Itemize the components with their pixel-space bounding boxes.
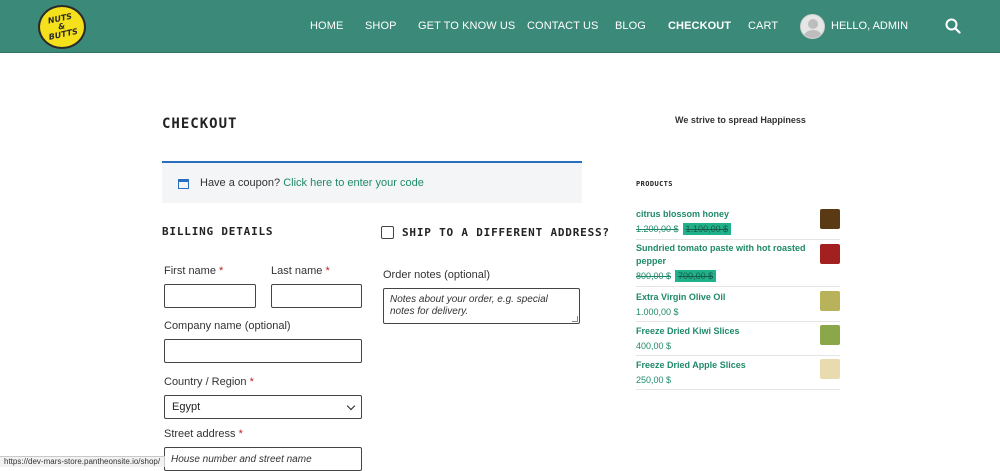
product-name[interactable]: Extra Virgin Olive Oil bbox=[636, 291, 811, 304]
price-old: 800,00 $ bbox=[636, 271, 672, 281]
product-item[interactable]: Extra Virgin Olive Oil 1.000,00 $ bbox=[636, 291, 840, 322]
logo-text: NUTS & BUTTS bbox=[47, 11, 79, 42]
product-thumbnail[interactable] bbox=[820, 209, 840, 229]
page-title: CHECKOUT bbox=[162, 116, 238, 132]
order-notes-field[interactable]: Notes about your order, e.g. special not… bbox=[383, 288, 580, 324]
search-icon[interactable] bbox=[945, 18, 961, 34]
price-new: 700,00 $ bbox=[675, 270, 717, 282]
browser-status-url: https://dev-mars-store.pantheonsite.io/s… bbox=[0, 456, 166, 467]
user-avatar[interactable] bbox=[800, 14, 825, 39]
price-new: 1.100,00 $ bbox=[682, 223, 732, 235]
product-name[interactable]: Sundried tomato paste with hot roasted p… bbox=[636, 242, 811, 268]
product-thumbnail[interactable] bbox=[820, 325, 840, 345]
coupon-text: Have a coupon? bbox=[200, 177, 281, 189]
products-heading: PRODUCTS bbox=[636, 180, 673, 188]
street-address-field[interactable]: House number and street name bbox=[164, 447, 362, 471]
nav-contact-us[interactable]: CONTACT US bbox=[527, 20, 599, 32]
last-name-field[interactable] bbox=[271, 284, 362, 308]
calendar-icon bbox=[178, 179, 189, 189]
product-item[interactable]: Sundried tomato paste with hot roasted p… bbox=[636, 242, 840, 287]
product-price: 400,00 $ bbox=[636, 341, 672, 351]
nav-home[interactable]: HOME bbox=[310, 20, 343, 32]
nav-checkout[interactable]: CHECKOUT bbox=[668, 20, 731, 32]
country-select[interactable]: Egypt bbox=[164, 395, 362, 419]
site-logo[interactable]: NUTS & BUTTS bbox=[38, 5, 86, 49]
product-item[interactable]: citrus blossom honey 1.200,00 $1.100,00 … bbox=[636, 208, 840, 240]
nav-get-to-know-us[interactable]: GET TO KNOW US bbox=[418, 20, 515, 32]
ship-different-checkbox[interactable] bbox=[381, 226, 394, 239]
company-label: Company name (optional) bbox=[164, 320, 291, 332]
coupon-link[interactable]: Click here to enter your code bbox=[283, 177, 424, 189]
first-name-label: First name * bbox=[164, 265, 224, 277]
last-name-label: Last name * bbox=[271, 265, 330, 277]
company-field[interactable] bbox=[164, 339, 362, 363]
product-price: 1.000,00 $ bbox=[636, 307, 679, 317]
product-price: 250,00 $ bbox=[636, 375, 672, 385]
ship-different-heading[interactable]: SHIP TO A DIFFERENT ADDRESS? bbox=[402, 226, 610, 239]
product-item[interactable]: Freeze Dried Kiwi Slices 400,00 $ bbox=[636, 325, 840, 356]
price-old: 1.200,00 $ bbox=[636, 224, 679, 234]
product-thumbnail[interactable] bbox=[820, 359, 840, 379]
header-bar: NUTS & BUTTS HOME SHOP GET TO KNOW US CONT… bbox=[0, 0, 1000, 53]
user-greeting[interactable]: HELLO, ADMIN bbox=[831, 20, 908, 32]
product-thumbnail[interactable] bbox=[820, 291, 840, 311]
sidebar-tagline: We strive to spread Happiness bbox=[675, 115, 806, 125]
order-notes-label: Order notes (optional) bbox=[383, 269, 490, 281]
product-item[interactable]: Freeze Dried Apple Slices 250,00 $ bbox=[636, 359, 840, 390]
street-label: Street address * bbox=[164, 428, 243, 440]
first-name-field[interactable] bbox=[164, 284, 256, 308]
coupon-notice: Have a coupon? Click here to enter your … bbox=[162, 161, 582, 203]
nav-blog[interactable]: BLOG bbox=[615, 20, 646, 32]
billing-heading: BILLING DETAILS bbox=[162, 225, 274, 238]
product-name[interactable]: Freeze Dried Kiwi Slices bbox=[636, 325, 811, 338]
country-label: Country / Region * bbox=[164, 376, 254, 388]
resize-grip-icon[interactable] bbox=[572, 316, 578, 322]
chevron-down-icon bbox=[346, 401, 356, 411]
nav-shop[interactable]: SHOP bbox=[365, 20, 397, 32]
nav-cart[interactable]: CART bbox=[748, 20, 778, 32]
product-name[interactable]: citrus blossom honey bbox=[636, 208, 811, 221]
product-name[interactable]: Freeze Dried Apple Slices bbox=[636, 359, 811, 372]
product-thumbnail[interactable] bbox=[820, 244, 840, 264]
